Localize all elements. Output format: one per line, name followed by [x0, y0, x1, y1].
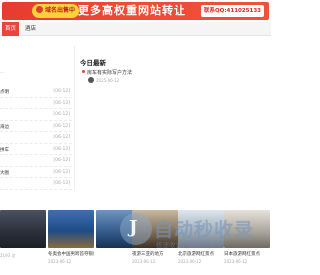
today-latest-title: 今日最新 [80, 59, 106, 67]
nav-item-hotel[interactable]: 酒店 [22, 22, 39, 36]
list-item[interactable]: 海边 [06-12] [0, 121, 72, 132]
list-item[interactable]: [06-12] [0, 178, 72, 190]
promo-banner-body[interactable]: 域名出售中 更多高权重网站转让 联系QQ:411025133 [2, 2, 269, 20]
gallery-meta: 2023-06-12 [132, 259, 156, 264]
gallery-meta: 2023-06-12 [224, 259, 248, 264]
today-item-date: 2025-06-12 [96, 78, 120, 83]
today-item-title[interactable]: 房车有实际写户方法 [87, 70, 132, 76]
banner-slogan: 更多高权重网站转让 [78, 4, 186, 17]
gallery-image[interactable] [132, 210, 178, 248]
list-item-date: [06-12] [53, 158, 70, 163]
gallery-card[interactable]: 2193 次 [0, 210, 46, 259]
gallery-caption[interactable]: 夜游三亚的地方 [132, 251, 178, 257]
list-item-title[interactable]: 海边 [0, 124, 9, 130]
photo-gallery: 2193 次 冬奥会中国男跨首夺银牌 2023-06-12 夜游三亚的地方 20… [0, 210, 271, 270]
list-item-date: [06-12] [53, 181, 70, 186]
nav-item-home[interactable]: 首页 [2, 22, 20, 36]
today-item-meta: 2025-06-12 [88, 77, 119, 83]
gallery-meta: 2023-06-12 [48, 259, 72, 264]
list-item[interactable]: [06-12] [0, 98, 72, 109]
list-item[interactable]: [06-12] [0, 132, 72, 144]
list-item-date: [06-12] [53, 123, 70, 129]
list-item[interactable]: 点明 [06-12] [0, 86, 72, 98]
badge-text: 域名出售中 [45, 7, 76, 14]
gallery-image[interactable] [178, 210, 224, 248]
gallery-image[interactable] [0, 210, 46, 248]
list-item-title[interactable]: 点明 [0, 89, 9, 95]
list-item[interactable]: [06-12] [0, 109, 72, 121]
main-nav: 首页 酒店 [0, 22, 271, 36]
domain-sale-badge: 域名出售中 [32, 4, 80, 18]
avatar [88, 77, 94, 83]
list-item-title[interactable]: 大图 [0, 170, 9, 176]
article-list: 点明 [06-12] [06-12] [06-12] 海边 [06-12] [06-… [0, 86, 72, 190]
promo-banner[interactable]: 域名出售中 更多高权重网站转让 联系QQ:411025133 [0, 0, 271, 22]
location-pin-icon [82, 70, 85, 73]
list-item[interactable]: 拼车 [06-12] [0, 144, 72, 155]
gallery-card[interactable]: 夜游三亚的地方 2023-06-12 [132, 210, 178, 264]
gallery-image[interactable] [224, 210, 270, 248]
list-item-date: [06-12] [53, 89, 70, 94]
gallery-meta: 2023-06-12 [178, 259, 202, 264]
gallery-card[interactable]: 日本旅游网红景点 2023-06-12 [224, 210, 270, 264]
intro-text: ... [0, 69, 4, 74]
gallery-card[interactable]: 冬奥会中国男跨首夺银牌 2023-06-12 [48, 210, 94, 264]
banner-contact[interactable]: 联系QQ:411025133 [201, 5, 264, 17]
list-item-date: [06-12] [53, 146, 70, 152]
list-item-date: [06-12] [53, 169, 70, 175]
list-item-date: [06-12] [53, 135, 70, 140]
list-item[interactable]: 大图 [06-12] [0, 167, 72, 178]
gallery-card[interactable]: 北京旅游网红景点 2023-06-12 [178, 210, 224, 264]
gallery-caption[interactable]: 北京旅游网红景点 [178, 251, 224, 257]
list-item-date: [06-12] [53, 112, 70, 117]
gallery-meta: 2193 次 [0, 253, 16, 258]
column-divider [74, 46, 75, 191]
list-item[interactable]: [06-12] [0, 155, 72, 167]
list-item-title[interactable]: 拼车 [0, 147, 9, 153]
gallery-caption[interactable]: 日本旅游网红景点 [224, 251, 270, 257]
list-item-date: [06-12] [53, 100, 70, 106]
badge-dot-icon [36, 6, 43, 13]
gallery-caption[interactable]: 冬奥会中国男跨首夺银牌 [48, 251, 94, 257]
today-latest-item[interactable]: 房车有实际写户方法 [82, 69, 132, 76]
gallery-image[interactable] [48, 210, 94, 248]
